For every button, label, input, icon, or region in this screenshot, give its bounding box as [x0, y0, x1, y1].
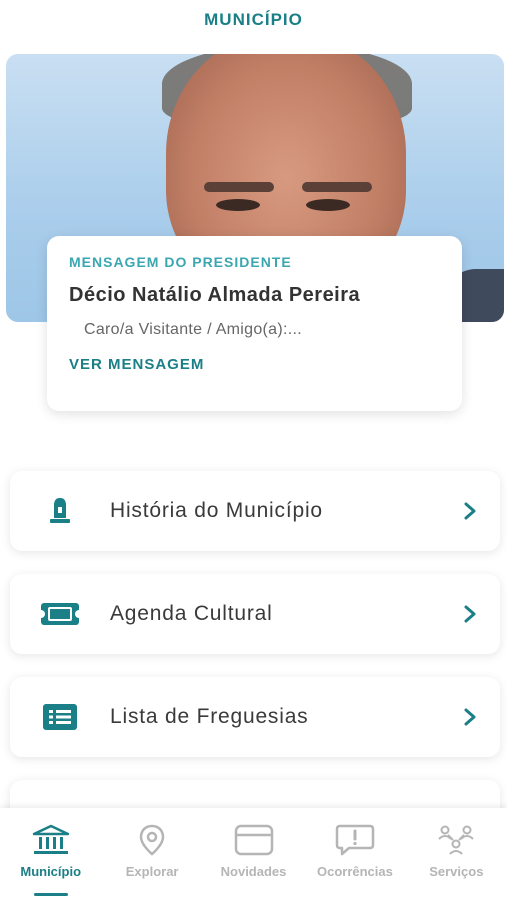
townhall-icon — [32, 824, 69, 854]
active-tab-indicator — [33, 893, 68, 896]
nav-tab-novidades[interactable]: Novidades — [203, 808, 304, 900]
app-screen: MUNICÍPIO MENSAGEM DO PRESIDENTE Décio N… — [0, 0, 507, 900]
nav-tab-ocorrencias[interactable]: Ocorrências — [304, 808, 405, 900]
menu-item-freguesias[interactable]: Lista de Freguesias — [10, 677, 500, 757]
nav-tab-municipio[interactable]: Município — [0, 808, 101, 900]
menu-label: Lista de Freguesias — [110, 705, 309, 728]
monument-icon — [10, 496, 110, 526]
menu-label: História do Município — [110, 499, 323, 522]
news-card-icon — [234, 824, 273, 856]
message-overline: MENSAGEM DO PRESIDENTE — [69, 254, 292, 270]
menu-item-historia[interactable]: História do Município — [10, 471, 500, 551]
nav-label: Município — [20, 864, 82, 879]
chevron-right-icon — [440, 501, 500, 521]
ticket-icon — [10, 602, 110, 626]
page-title: MUNICÍPIO — [204, 10, 303, 29]
nav-tab-explorar[interactable]: Explorar — [101, 808, 202, 900]
chevron-right-icon — [440, 707, 500, 727]
menu-item-agenda[interactable]: Agenda Cultural — [10, 574, 500, 654]
message-excerpt: Caro/a Visitante / Amigo(a):... — [84, 321, 302, 338]
location-pin-icon — [139, 824, 165, 856]
bottom-navigation: Município Explorar Novidades Ocorrências — [0, 808, 507, 900]
nav-label: Serviços — [429, 864, 484, 879]
nav-label: Explorar — [125, 864, 179, 879]
list-icon — [10, 703, 110, 731]
alert-bubble-icon — [335, 824, 375, 856]
president-message-card[interactable]: MENSAGEM DO PRESIDENTE Décio Natálio Alm… — [47, 236, 462, 411]
chevron-right-icon — [440, 604, 500, 624]
nav-label: Novidades — [220, 864, 287, 879]
president-name: Décio Natálio Almada Pereira — [69, 284, 361, 306]
view-message-link[interactable]: VER MENSAGEM — [69, 356, 440, 373]
menu-label: Agenda Cultural — [110, 602, 273, 625]
people-network-icon — [438, 825, 475, 855]
nav-tab-servicos[interactable]: Serviços — [406, 808, 507, 900]
nav-label: Ocorrências — [316, 864, 393, 879]
